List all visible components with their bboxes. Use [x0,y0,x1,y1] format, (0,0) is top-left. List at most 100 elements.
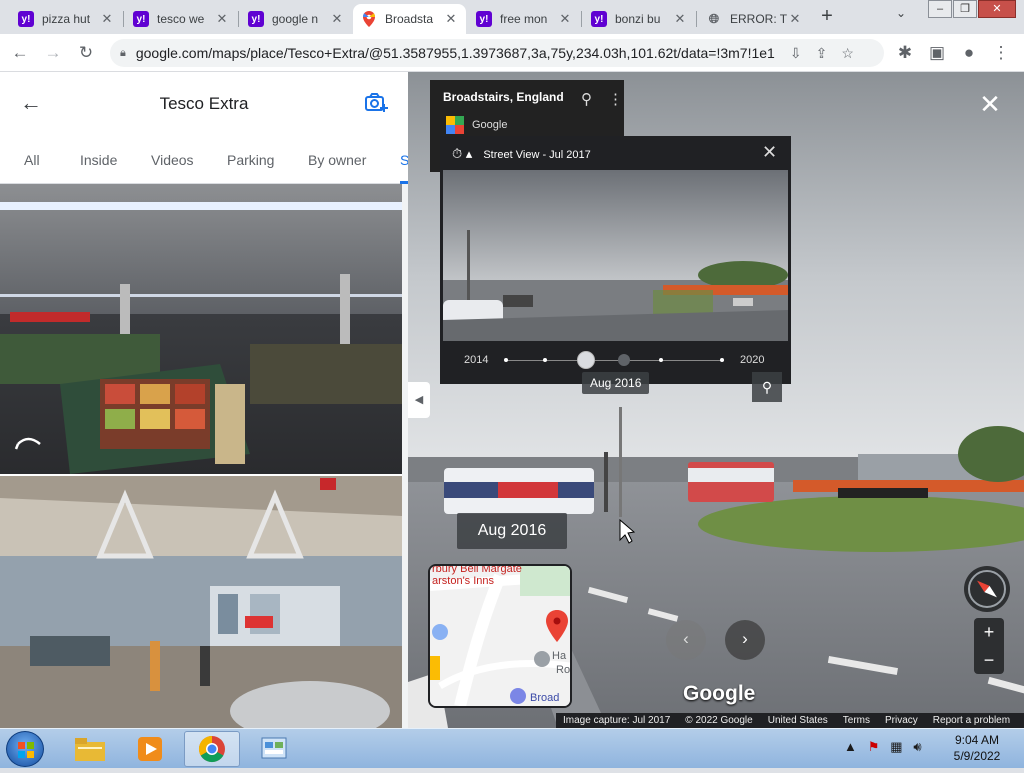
copyright-text: © 2022 Google [685,715,753,726]
minimize-button[interactable]: – [928,0,952,18]
profile-avatar-icon[interactable]: ● [958,42,980,64]
share-icon[interactable]: ⇪ [816,45,828,62]
network-icon[interactable]: ▦ [890,739,902,754]
compass-icon[interactable] [964,566,1010,612]
filter-parking[interactable]: Parking [227,152,274,168]
yahoo-icon: y! [133,11,149,27]
360-photo-icon [14,438,44,458]
media-player-icon[interactable] [122,731,178,767]
tab-error[interactable]: 🌐︎ ERROR: T ✕ [698,4,810,34]
timeline-tick[interactable] [659,358,663,362]
filter-all[interactable]: All [24,152,40,168]
region-link[interactable]: United States [768,715,828,726]
panel-header: ← Tesco Extra [0,72,408,134]
tab-search-button[interactable]: ⌄ [896,6,906,20]
taskbar-clock[interactable]: 9:04 AM 5/9/2022 [938,732,1016,764]
close-icon[interactable]: ✕ [444,11,458,27]
close-icon[interactable]: ✕ [330,11,344,27]
terms-link[interactable]: Terms [843,715,870,726]
photo-store-interior[interactable] [0,184,402,474]
start-button[interactable] [6,731,44,767]
map-label: Ha [552,650,567,662]
zoom-in-button[interactable]: + [974,618,1004,646]
close-icon[interactable]: ✕ [100,11,114,27]
menu-kebab-icon[interactable]: ⋮ [990,42,1012,64]
close-icon[interactable]: ✕ [558,11,572,27]
address-bar[interactable]: 🔒︎ google.com/maps/place/Tesco+Extra/@51… [110,39,884,67]
timeline-slider-handle[interactable] [577,351,595,369]
zoom-in-preview-icon[interactable]: ⚲ [752,372,782,402]
timeline-tick[interactable] [504,358,508,362]
close-window-button[interactable]: ✕ [978,0,1016,18]
timeline-start-year: 2014 [464,354,489,366]
street-view[interactable]: Broadstairs, England ⚲ ⋮ Google ✕ ⏱︎ ▴ S… [408,72,1024,728]
file-explorer-icon[interactable] [62,731,118,767]
new-tab-button[interactable]: + [817,5,837,29]
show-hidden-icons-icon[interactable]: ▲ [844,739,857,754]
add-photo-icon[interactable] [364,92,388,114]
side-panel-icon[interactable]: ▣ [926,42,948,64]
zoom-controls: + − [974,618,1004,674]
extensions-icon[interactable]: ✱ [894,42,916,64]
previous-arrow-icon[interactable]: ‹ [666,620,706,660]
tab-title: Broadsta [385,12,434,26]
tab-free-mon[interactable]: y! free mon ✕ [468,4,580,34]
yahoo-icon: y! [591,11,607,27]
chrome-icon[interactable] [184,731,240,767]
time-machine-preview[interactable] [443,170,788,341]
place-name[interactable]: Broadstairs, England [443,90,564,104]
close-street-view-icon[interactable]: ✕ [978,91,1002,117]
url-text[interactable]: google.com/maps/place/Tesco+Extra/@51.35… [136,45,776,61]
filter-by-owner[interactable]: By owner [308,152,366,168]
photo-store-exterior[interactable] [0,476,402,728]
tab-bonzi[interactable]: y! bonzi bu ✕ [583,4,695,34]
tab-pizza-hut[interactable]: y! pizza hut ✕ [10,4,122,34]
map-label: arston's Inns [432,575,495,587]
reload-icon[interactable]: ↻ [75,42,97,64]
time-machine-header[interactable]: ⏱︎ ▴ Street View - Jul 2017 [452,146,591,162]
collapse-panel-button[interactable]: ◀ [408,382,430,418]
filter-inside[interactable]: Inside [80,152,117,168]
timeline-tick[interactable] [543,358,547,362]
next-arrow-icon[interactable]: › [725,620,765,660]
close-icon[interactable]: ✕ [673,11,687,27]
preview-date-label: Aug 2016 [582,372,650,394]
provider-label: Google [472,119,508,131]
forward-icon[interactable]: → [42,42,64,64]
lock-icon[interactable]: 🔒︎ [120,47,126,60]
install-icon[interactable]: ⇩ [790,45,802,62]
maximize-button[interactable]: ❐ [953,0,977,18]
control-panel-icon[interactable] [246,731,302,767]
timeline-tick[interactable] [720,358,724,362]
volume-icon[interactable]: 🔊︎ [913,739,921,754]
google-maps-icon [446,116,464,134]
filter-videos[interactable]: Videos [151,152,194,168]
timeline-end-year: 2020 [740,354,765,366]
map-label: Ro [556,664,571,676]
tab-broadstairs[interactable]: Broadsta ✕ [353,4,466,34]
back-icon[interactable]: ← [9,42,31,64]
close-icon[interactable]: ✕ [215,11,229,27]
bookmark-star-icon[interactable]: ☆ [841,45,854,62]
clock-time: 9:04 AM [954,733,1000,747]
close-icon[interactable]: ✕ [788,11,802,27]
tab-title: bonzi bu [615,12,661,26]
capture-date-badge: Aug 2016 [457,513,567,549]
close-time-machine-icon[interactable]: ✕ [762,142,777,163]
action-center-icon[interactable]: ⚑ [868,739,880,754]
yahoo-icon: y! [248,11,264,27]
filter-street-view[interactable]: S [400,152,408,168]
timeline-track[interactable] [506,360,724,361]
photos-panel: ← Tesco Extra All Inside Videos Parking … [0,72,408,728]
tab-title: ERROR: T [730,12,788,26]
more-options-icon[interactable]: ⋮ [608,90,623,108]
tab-google[interactable]: y! google n ✕ [240,4,352,34]
report-problem-link[interactable]: Report a problem [933,715,1010,726]
privacy-link[interactable]: Privacy [885,715,918,726]
location-pin-icon[interactable]: ⚲ [581,90,592,108]
timeline-tick-current[interactable] [618,354,630,366]
minimap[interactable]: rbury Bell Margate arston's Inns Ha Ro B… [428,564,572,708]
tab-tesco[interactable]: y! tesco we ✕ [125,4,237,34]
zoom-out-button[interactable]: − [974,646,1004,674]
history-icon: ⏱︎ ▴ [452,146,473,161]
